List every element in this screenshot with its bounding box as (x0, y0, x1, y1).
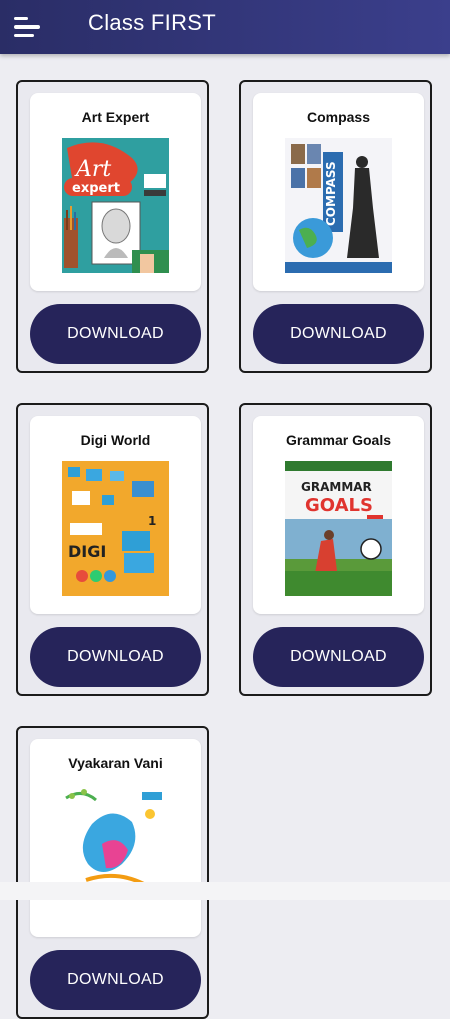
cover-text-digi: DIGI (68, 542, 106, 561)
menu-icon[interactable] (14, 9, 50, 45)
book-title: Digi World (80, 432, 151, 448)
book-card: Art Expert Art expert DOWNLOAD (16, 80, 209, 373)
book-title: Compass (306, 109, 371, 125)
book-preview[interactable]: Compass COMPASS (253, 93, 424, 291)
book-card: Digi World 1 DIGI DOWNLOAD (16, 403, 209, 696)
cover-text-compass: COMPASS (324, 161, 338, 226)
page-title: Class FIRST (88, 10, 216, 35)
book-title: Vyakaran Vani (68, 755, 163, 771)
book-cover-image: Art expert (62, 138, 169, 273)
cover-text-grade: 1 (148, 514, 156, 528)
book-card: Vyakaran Vani DOWNLOAD (16, 726, 209, 1019)
book-cover-image: GRAMMAR GOALS 1 (285, 461, 392, 596)
cover-text-goals: GOALS (305, 495, 373, 516)
book-preview[interactable]: Art Expert Art expert (30, 93, 201, 291)
book-title: Art Expert (81, 109, 150, 125)
book-card: Grammar Goals GRAMMAR GOALS 1 DOWNLOAD (239, 403, 432, 696)
download-button[interactable]: DOWNLOAD (253, 304, 424, 364)
cover-text-expert: expert (72, 181, 120, 196)
book-preview[interactable]: Vyakaran Vani (30, 739, 201, 937)
cover-text-grammar: GRAMMAR (301, 480, 372, 494)
download-button[interactable]: DOWNLOAD (30, 627, 201, 687)
book-card: Compass COMPASS DOWNLOAD (239, 80, 432, 373)
book-cover-image: COMPASS (285, 138, 392, 273)
download-button[interactable]: DOWNLOAD (253, 627, 424, 687)
download-button[interactable]: DOWNLOAD (30, 304, 201, 364)
book-preview[interactable]: Digi World 1 DIGI (30, 416, 201, 614)
download-button[interactable]: DOWNLOAD (30, 950, 201, 1010)
book-title: Grammar Goals (285, 432, 392, 448)
app-bar: Class FIRST (0, 0, 450, 54)
book-preview[interactable]: Grammar Goals GRAMMAR GOALS 1 (253, 416, 424, 614)
system-nav-bar (0, 882, 450, 900)
book-cover-image: 1 DIGI (62, 461, 169, 596)
